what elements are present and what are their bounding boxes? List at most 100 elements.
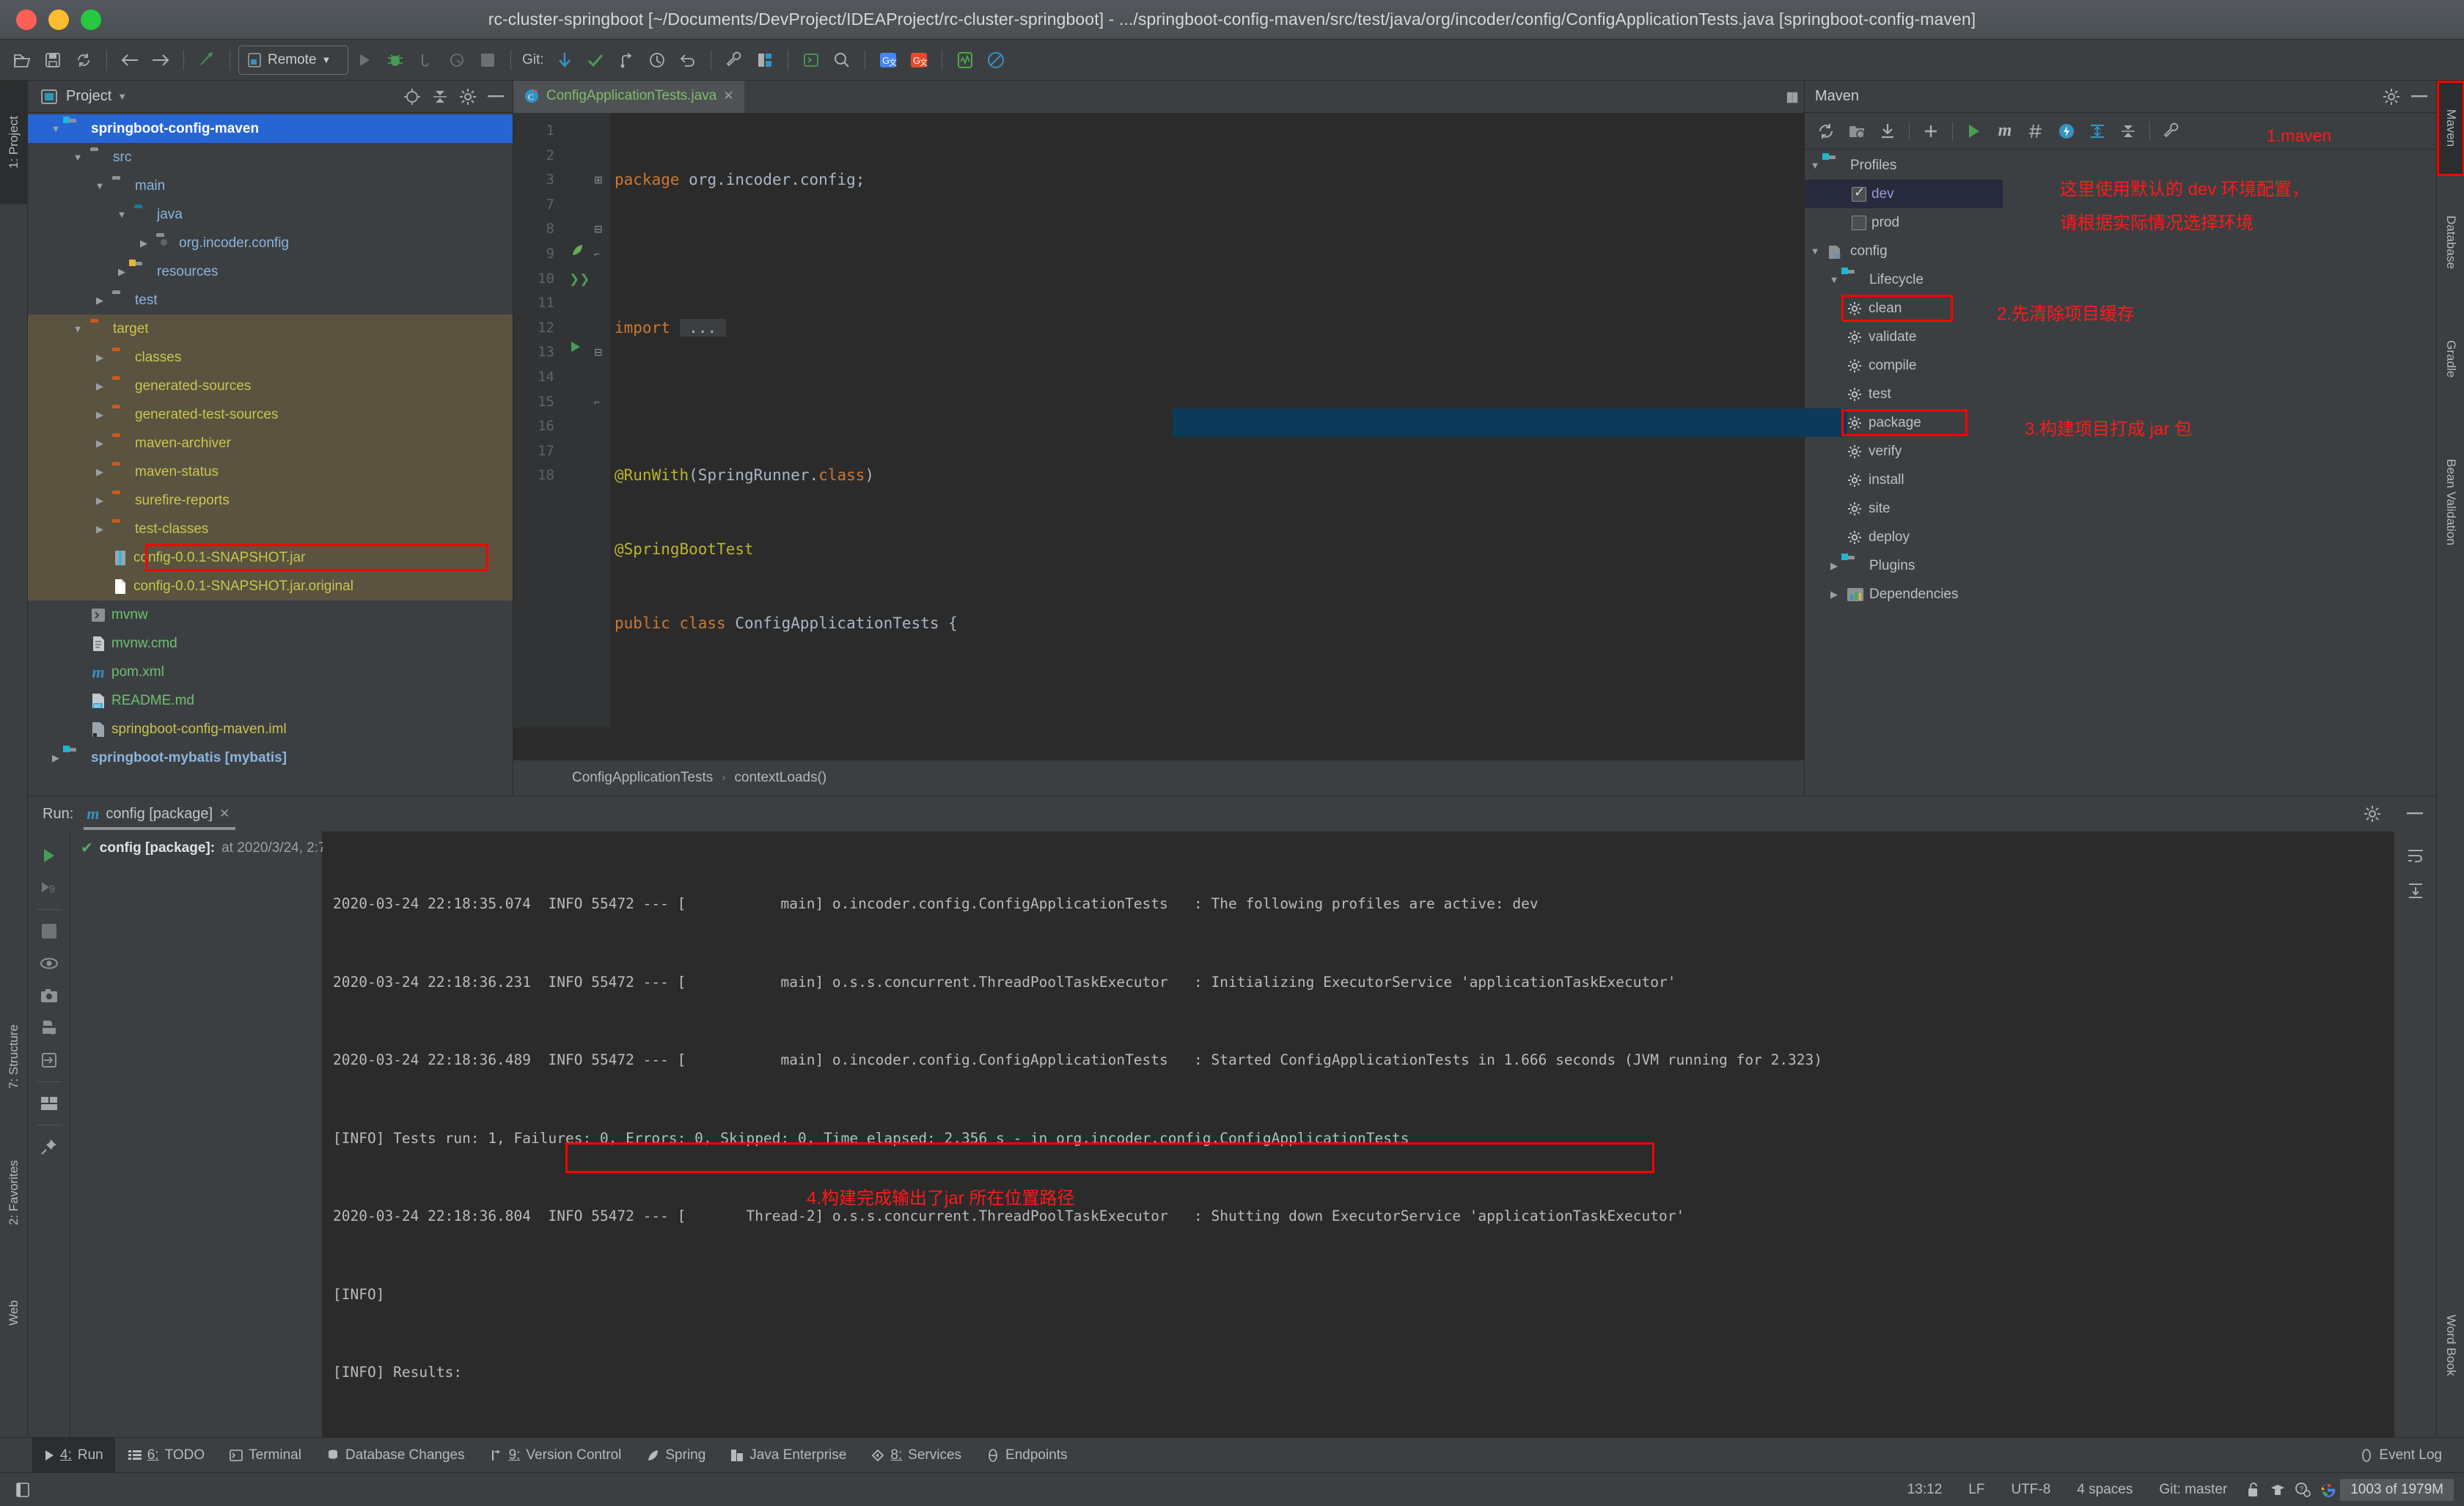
chevron-down-icon[interactable]: ▼ [117, 91, 127, 102]
toolwindow-todo[interactable]: 6: TODO [117, 1438, 216, 1473]
navigate-back-icon[interactable] [115, 45, 144, 75]
chevron-right-icon[interactable]: ▶ [92, 524, 107, 535]
profile-icon[interactable] [442, 45, 472, 75]
chevron-down-icon[interactable]: ▼ [92, 180, 107, 191]
toolwindow-endpoints[interactable]: Endpoints [975, 1438, 1079, 1473]
wrap-text-icon[interactable] [2401, 840, 2430, 871]
search-icon[interactable] [827, 45, 857, 75]
maven-node-plugins[interactable]: ▶ Plugins [1805, 551, 2436, 580]
maven-node-lifecycle[interactable]: ▼ Lifecycle [1805, 265, 2436, 294]
maven-goal-package[interactable]: package [1173, 408, 1968, 437]
git-branch-widget[interactable]: Git: master [2146, 1482, 2240, 1498]
run-maven-goal-icon[interactable] [1960, 119, 1988, 144]
print-icon[interactable] [34, 1013, 64, 1043]
chevron-down-icon[interactable]: ▼ [70, 323, 85, 334]
add-maven-project-icon[interactable] [1917, 119, 1945, 144]
chevron-right-icon[interactable]: ▶ [136, 238, 151, 249]
stop-icon[interactable] [473, 45, 502, 75]
toolwindow-terminal[interactable]: Terminal [218, 1438, 313, 1473]
hide-panel-icon[interactable] [2408, 86, 2430, 108]
tree-node-main[interactable]: ▼ main [28, 172, 513, 200]
show-tool-windows-icon[interactable] [10, 1479, 35, 1501]
generate-sources-icon[interactable] [1843, 119, 1871, 144]
memory-indicator[interactable]: 1003 of 1979M [2340, 1478, 2454, 1501]
spring-bean-icon[interactable] [563, 242, 594, 267]
run-configuration-selector[interactable]: Remote ▼ [238, 45, 348, 75]
maven-goal-validate[interactable]: validate [1805, 323, 2436, 351]
tree-node-springboot-config-maven[interactable]: ▼ springboot-config-maven [28, 114, 513, 143]
chevron-right-icon[interactable]: ▶ [1827, 589, 1841, 600]
file-encoding[interactable]: UTF-8 [1998, 1482, 2064, 1498]
editor-tab-configapplicationtests[interactable]: C ConfigApplicationTests.java ✕ [513, 81, 744, 113]
scroll-to-end-icon[interactable] [2401, 875, 2430, 906]
sidebar-item-bean-validation[interactable]: Bean Validation [2437, 418, 2464, 587]
tree-node-target[interactable]: ▼ target [28, 315, 513, 343]
gutter-markers[interactable]: ❯❯ [563, 113, 594, 727]
git-commit-icon[interactable] [581, 45, 610, 75]
tree-node-java[interactable]: ▼ java [28, 200, 513, 229]
git-rollback-icon[interactable] [673, 45, 703, 75]
sync-icon[interactable] [69, 45, 98, 75]
tree-node-maven-status[interactable]: ▶ maven-status [28, 458, 513, 486]
tree-node-generated-test-sources[interactable]: ▶ generated-test-sources [28, 400, 513, 429]
execute-maven-goal-icon[interactable]: m [1991, 119, 2019, 144]
toolwindow-database-changes[interactable]: Database Changes [315, 1438, 477, 1473]
chevron-right-icon[interactable]: ▶ [114, 266, 129, 278]
maven-goal-deploy[interactable]: deploy [1805, 523, 2436, 551]
line-separator[interactable]: LF [1955, 1482, 1998, 1498]
save-all-icon[interactable] [38, 45, 67, 75]
unlock-icon[interactable] [2240, 1479, 2265, 1501]
locate-file-icon[interactable] [401, 86, 423, 108]
expand-all-icon[interactable] [2083, 119, 2111, 144]
maven-goal-install[interactable]: install [1805, 466, 2436, 494]
translate-red-icon[interactable]: G文 [904, 45, 934, 75]
google-translate-icon[interactable]: G文 [873, 45, 903, 75]
inspection-hat-icon[interactable] [2265, 1479, 2290, 1501]
tree-node-test-classes[interactable]: ▶ test-classes [28, 515, 513, 543]
close-icon[interactable]: ✕ [219, 807, 230, 821]
gear-icon[interactable] [457, 86, 479, 108]
tree-node-iml[interactable]: ▶ springboot-config-maven.iml [28, 715, 513, 743]
tree-node-mvnw[interactable]: ▶ mvnw [28, 600, 513, 629]
gear-icon[interactable] [2380, 86, 2402, 108]
sidebar-item-project[interactable]: 1: Project [0, 81, 28, 204]
indent-setting[interactable]: 4 spaces [2064, 1482, 2146, 1498]
screenshot-icon[interactable] [34, 980, 64, 1011]
sidebar-item-word-book[interactable]: Word Book [2437, 1276, 2464, 1415]
tree-node-pom-xml[interactable]: ▶ m pom.xml [28, 658, 513, 686]
sidebar-item-web[interactable]: Web [0, 1270, 28, 1356]
tree-node-resources[interactable]: ▶ resources [28, 257, 513, 286]
git-update-icon[interactable] [550, 45, 579, 75]
no-entry-icon[interactable] [981, 45, 1011, 75]
chevron-down-icon[interactable]: ▼ [114, 209, 129, 220]
code-folding-gutter[interactable]: ⊞ ⊟ ⌐ ⊟ ⌐ [594, 113, 610, 727]
maven-node-dependencies[interactable]: ▶ Dependencies [1805, 580, 2436, 609]
navigate-forward-icon[interactable] [146, 45, 175, 75]
tree-node-classes[interactable]: ▶ classes [28, 343, 513, 372]
chevron-right-icon[interactable]: ▶ [48, 752, 63, 764]
maven-node-config[interactable]: ▼ m config [1805, 237, 2436, 265]
chevron-down-icon[interactable]: ▼ [1808, 160, 1822, 171]
tree-node-src[interactable]: ▼ src [28, 143, 513, 172]
rerun-icon[interactable] [34, 840, 64, 871]
toolwindow-run[interactable]: 4: Run [32, 1437, 115, 1473]
git-history-icon[interactable] [642, 45, 672, 75]
profile-dev-checkbox[interactable] [1852, 185, 1866, 202]
open-project-icon[interactable] [7, 45, 37, 75]
console-output[interactable]: 2020-03-24 22:18:35.074 INFO 55472 --- [… [323, 831, 2394, 1438]
chevron-right-icon[interactable]: ▶ [92, 495, 107, 507]
fold-collapse-method-icon[interactable]: ⊟ [594, 340, 610, 365]
tree-node-generated-sources[interactable]: ▶ generated-sources [28, 372, 513, 400]
close-icon[interactable]: ✕ [723, 89, 733, 103]
hide-panel-icon[interactable] [485, 86, 507, 108]
maven-settings-icon[interactable] [2157, 119, 2185, 144]
collapse-all-icon[interactable] [429, 86, 451, 108]
layout-icon[interactable] [34, 1088, 64, 1119]
toolwindow-services[interactable]: 8: Services [859, 1438, 973, 1473]
chevron-right-icon[interactable]: ▶ [92, 438, 107, 449]
run-method-icon[interactable] [563, 340, 594, 365]
toolwindow-spring[interactable]: Spring [634, 1438, 717, 1473]
toolwindow-version-control[interactable]: 9: Version Control [478, 1438, 634, 1473]
run-icon[interactable] [350, 45, 379, 75]
breadcrumb-method[interactable]: contextLoads() [735, 770, 827, 786]
